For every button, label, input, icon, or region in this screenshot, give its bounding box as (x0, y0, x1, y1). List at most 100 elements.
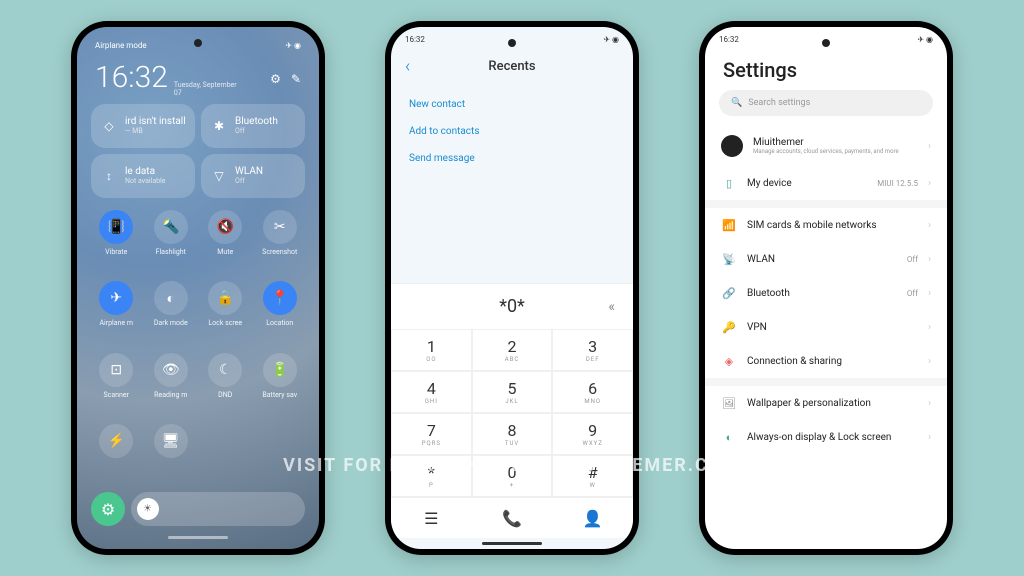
quick-tile-3[interactable]: ▽ WLAN Off (201, 154, 305, 198)
chevron-right-icon: › (928, 398, 931, 409)
account-name: Miuithemer (753, 137, 918, 148)
key-num: 9 (588, 421, 597, 440)
dialer-link[interactable]: New contact (409, 91, 615, 118)
item-value: Off (907, 289, 918, 298)
home-bar[interactable] (482, 542, 542, 545)
item-label: SIM cards & mobile networks (747, 220, 918, 231)
chevron-right-icon: › (928, 141, 931, 152)
call-button[interactable]: 📞 (472, 498, 553, 538)
tile-label: le data (125, 166, 165, 177)
contacts-button[interactable]: 👤 (552, 498, 633, 538)
toggle-icon: ☾ (208, 353, 242, 387)
tile-icon: ✱ (209, 116, 229, 136)
toggle-icon: 📳 (99, 210, 133, 244)
settings-item[interactable]: 🔑 VPN › (705, 310, 947, 344)
toggle-Dark mode[interactable]: ◐ Dark mode (146, 281, 197, 345)
toggle-Screenshot[interactable]: ✂ Screenshot (255, 210, 306, 274)
key-2[interactable]: 2 ABC (472, 329, 553, 371)
key-7[interactable]: 7 PQRS (391, 413, 472, 455)
key-num: * (428, 463, 435, 482)
toggle-Mute[interactable]: 🔇 Mute (200, 210, 251, 274)
toggle-Battery sav[interactable]: 🔋 Battery sav (255, 353, 306, 417)
search-input[interactable]: 🔍 Search settings (719, 90, 933, 116)
device-item[interactable]: ▯ My device MIUI 12.5.5 › (705, 166, 947, 200)
settings-item[interactable]: 📶 SIM cards & mobile networks › (705, 208, 947, 242)
toggle-Location[interactable]: 📍 Location (255, 281, 306, 345)
toggle-label: Lock scree (208, 319, 242, 327)
key-sub: + (510, 482, 514, 489)
delete-button[interactable]: « (608, 299, 615, 315)
chevron-right-icon: › (928, 322, 931, 333)
toggle-Airplane m[interactable]: ✈ Airplane m (91, 281, 142, 345)
tile-label: WLAN (235, 166, 263, 177)
settings-button[interactable]: ⚙ (91, 492, 125, 526)
dialer-link[interactable]: Add to contacts (409, 118, 615, 145)
status-icons: ✈ ◉ (917, 35, 933, 44)
settings-item[interactable]: ◐ Always-on display & Lock screen › (705, 420, 947, 454)
toggle-label: Airplane m (99, 319, 133, 327)
toggle-icon: ◐ (154, 281, 188, 315)
toggle-label: Vibrate (105, 248, 127, 256)
date-day: Tuesday, September (174, 81, 237, 89)
item-icon: 📡 (721, 251, 737, 267)
key-6[interactable]: 6 MNO (552, 371, 633, 413)
key-8[interactable]: 8 TUV (472, 413, 553, 455)
settings-item[interactable]: ◈ Connection & sharing › (705, 344, 947, 378)
edit-icon[interactable]: ✎ (291, 72, 301, 86)
key-0[interactable]: 0 + (472, 455, 553, 497)
key-#[interactable]: # W (552, 455, 633, 497)
item-label: My device (747, 178, 867, 189)
tile-icon: ▽ (209, 166, 229, 186)
settings-item[interactable]: 📡 WLAN Off › (705, 242, 947, 276)
dialer-link[interactable]: Send message (409, 145, 615, 172)
home-bar[interactable] (168, 536, 228, 539)
toggle-13[interactable]: 🖥 (146, 424, 197, 476)
chevron-right-icon: › (928, 288, 931, 299)
key-5[interactable]: 5 JKL (472, 371, 553, 413)
key-1[interactable]: 1 OO (391, 329, 472, 371)
gear-icon[interactable]: ⚙ (270, 72, 281, 86)
phone-dialer: 16:32 ✈ ◉ ‹ Recents New contactAdd to co… (385, 21, 639, 555)
toggle-DND[interactable]: ☾ DND (200, 353, 251, 417)
item-label: WLAN (747, 254, 897, 265)
toggle-Flashlight[interactable]: 🔦 Flashlight (146, 210, 197, 274)
toggle-label: Battery sav (262, 391, 297, 399)
toggle-Lock scree[interactable]: 🔒 Lock scree (200, 281, 251, 345)
toggle-Vibrate[interactable]: 📳 Vibrate (91, 210, 142, 274)
quick-tile-0[interactable]: ◇ ird isn't install — MB (91, 104, 195, 148)
brightness-slider[interactable]: ☀ (131, 492, 305, 526)
status-bar: Airplane mode ✈ ◉ (87, 37, 309, 54)
status-text: Airplane mode (95, 41, 147, 50)
key-3[interactable]: 3 DEF (552, 329, 633, 371)
item-icon: 🖼 (721, 395, 737, 411)
toggle-Scanner[interactable]: ⊡ Scanner (91, 353, 142, 417)
dial-input: *0* « (391, 283, 633, 329)
account-item[interactable]: Miuithemer Manage accounts, cloud servic… (705, 126, 947, 166)
key-num: 8 (508, 421, 517, 440)
toggle-label: Location (266, 319, 293, 327)
settings-item[interactable]: 🖼 Wallpaper & personalization › (705, 386, 947, 420)
toggle-12[interactable]: ⚡ (91, 424, 142, 476)
key-*[interactable]: * P (391, 455, 472, 497)
menu-button[interactable]: ☰ (391, 498, 472, 538)
key-sub: ABC (505, 356, 520, 363)
key-4[interactable]: 4 GHI (391, 371, 472, 413)
key-9[interactable]: 9 WXYZ (552, 413, 633, 455)
settings-item[interactable]: 🔗 Bluetooth Off › (705, 276, 947, 310)
phone-control-center: Airplane mode ✈ ◉ 16:32 Tuesday, Septemb… (71, 21, 325, 555)
quick-tile-1[interactable]: ✱ Bluetooth Off (201, 104, 305, 148)
phone-settings: 16:32 ✈ ◉ Settings 🔍 Search settings Miu… (699, 21, 953, 555)
item-label: Bluetooth (747, 288, 897, 299)
item-value: MIUI 12.5.5 (877, 179, 918, 188)
item-icon: ◐ (721, 429, 737, 445)
search-placeholder: Search settings (748, 98, 810, 108)
search-icon: 🔍 (731, 98, 742, 108)
key-num: 7 (427, 421, 436, 440)
quick-tile-2[interactable]: ↕ le data Not available (91, 154, 195, 198)
clock: 16:32 (95, 60, 168, 95)
toggle-Reading m[interactable]: 👁 Reading m (146, 353, 197, 417)
item-label: Wallpaper & personalization (747, 398, 918, 409)
key-sub: OO (426, 356, 436, 363)
chevron-right-icon: › (928, 254, 931, 265)
status-icons: ✈ ◉ (603, 35, 619, 44)
